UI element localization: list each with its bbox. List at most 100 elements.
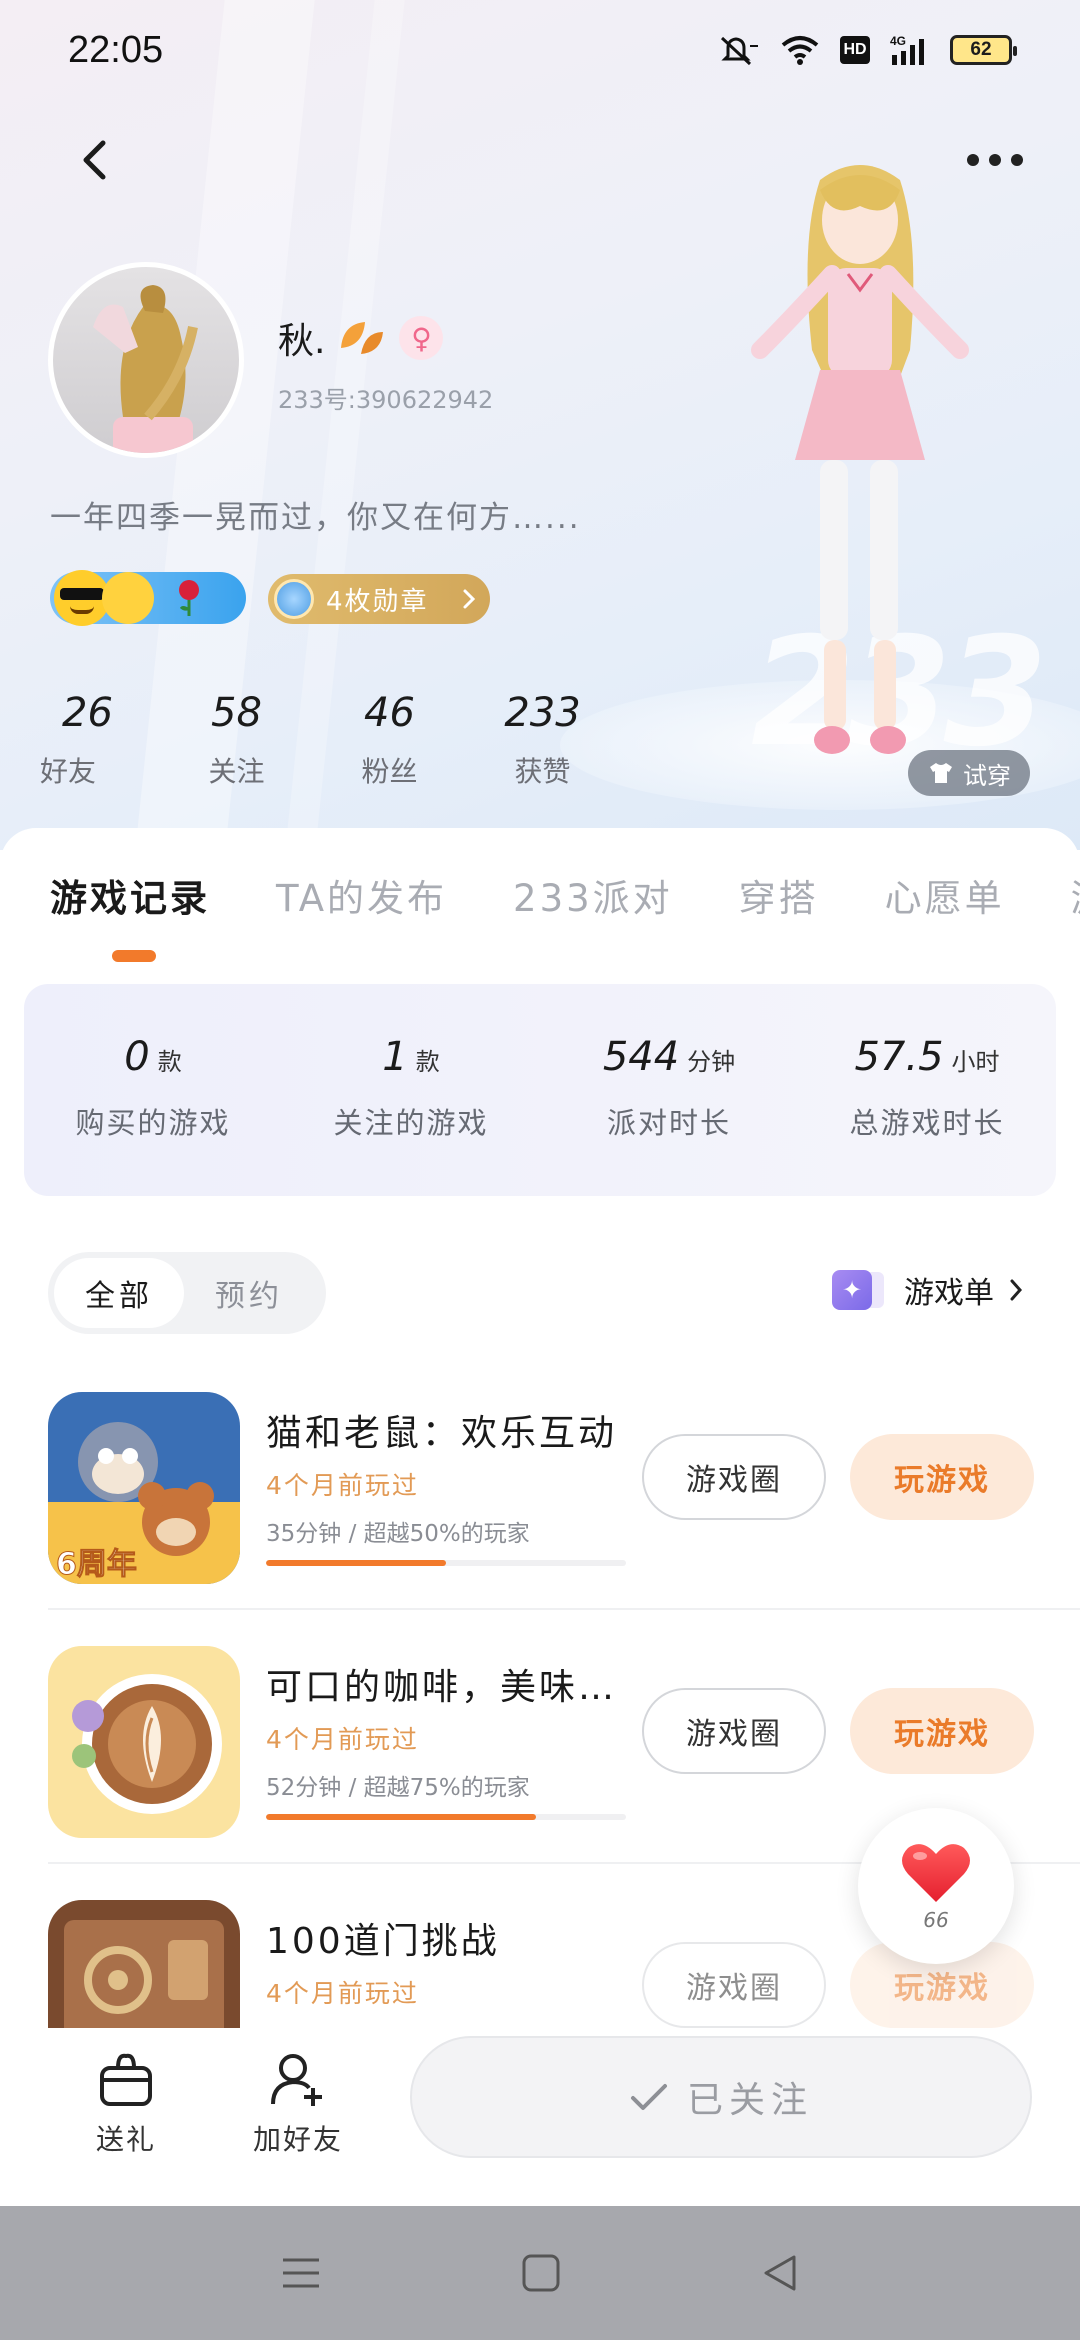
playtime-progress [266,1560,626,1566]
stat-following[interactable]: 58 关注 [160,690,313,790]
game-circle-button[interactable]: 游戏圈 [642,1688,826,1774]
playtime-progress-fill [266,1814,536,1820]
status-bar: 22:05 HD 4G 62 [0,0,1080,100]
rose-icon [179,580,199,616]
avatar[interactable] [48,262,244,458]
play-game-button[interactable]: 玩游戏 [850,1688,1034,1774]
battery-icon: 62 [950,35,1017,65]
gender-female-icon: ♀ [399,316,444,360]
like-count: 66 [923,1908,949,1932]
summary-party-time[interactable]: 544 分钟 派对时长 [540,984,798,1196]
game-icon-tom-jerry[interactable]: 6周年 [48,1392,240,1584]
game-last-played: 4个月前玩过 [266,1725,419,1754]
filter-all[interactable]: 全部 [54,1258,184,1328]
summary-purchased[interactable]: 0款 购买的游戏 [24,984,282,1196]
game-last-played: 4个月前玩过 [266,1471,419,1500]
tab-game-records[interactable]: 游戏记录 [50,868,210,922]
user-bio: 一年四季一晃而过，你又在何方…... [50,500,581,536]
game-icon-100-doors[interactable] [48,1900,240,2028]
medals-button[interactable]: 4枚勋章 [268,574,490,624]
tab-wishlist[interactable]: 心愿单 [885,868,1005,922]
summary-total-time[interactable]: 57.5 小时 总游戏时长 [798,984,1056,1196]
hd-icon: HD [840,36,870,64]
game-row[interactable]: 6周年 猫和老鼠：欢乐互动 4个月前玩过 35分钟 / 超越50%的玩家 游戏圈… [48,1364,1080,1618]
gift-icon [100,2053,152,2106]
game-list-link[interactable]: ✦ 游戏单 [832,1268,1024,1312]
mute-icon [720,36,758,66]
status-time: 22:05 [68,28,164,71]
send-gift-button[interactable]: 送礼 [66,2050,186,2158]
try-on-button[interactable]: 试穿 [908,750,1030,796]
avatar-character[interactable] [720,150,1000,770]
summary-unit: 款 [157,1048,182,1076]
game-circle-button[interactable]: 游戏圈 [642,1434,826,1520]
summary-value: 57.5 [854,1034,944,1080]
checkmark-icon [630,2084,667,2110]
back-icon[interactable] [760,2253,800,2293]
content-panel: 游戏记录 TA的发布 233派对 穿搭 心愿单 游 0款 购买的游戏 1款 关注… [0,828,1080,2208]
add-friend-button[interactable]: 加好友 [238,2050,358,2158]
medal-count: 4枚勋章 [326,586,429,617]
tab-outfits[interactable]: 穿搭 [739,868,819,922]
stat-likes[interactable]: 233 获赞 [466,690,619,790]
home-icon[interactable] [521,2253,561,2293]
stat-value: 46 [364,690,415,736]
more-dot [1011,154,1023,166]
stat-friends[interactable]: 26 好友 [40,690,160,790]
profile-stats: 26 好友 58 关注 46 粉丝 233 获赞 [40,690,619,790]
playtime-progress-fill [266,1560,446,1566]
play-game-button[interactable]: 玩游戏 [850,1434,1034,1520]
tab-posts[interactable]: TA的发布 [276,868,447,922]
followed-label: 已关注 [686,2080,813,2121]
summary-label: 派对时长 [606,1106,731,1140]
star-eyes-emoji-icon [102,572,154,624]
add-user-icon [271,2054,322,2106]
try-on-label: 试穿 [963,761,1011,790]
summary-unit: 分钟 [687,1048,736,1076]
summary-value: 1 [382,1034,408,1080]
stat-value: 58 [211,690,262,736]
stat-value: 26 [62,690,113,736]
followed-button[interactable]: 已关注 [410,2036,1032,2158]
stat-label: 好友 [40,755,97,788]
active-tab-indicator [112,950,156,962]
playtime-progress [266,1814,626,1820]
profile-header: 233 22:05 HD 4G 62 [0,0,1080,850]
game-circle-button[interactable]: 游戏圈 [642,1942,826,2028]
stat-label: 获赞 [514,755,571,788]
leaf-icon [341,322,384,354]
tab-233-party[interactable]: 233派对 [513,868,673,922]
username: 秋. [278,321,326,362]
summary-label: 购买的游戏 [75,1106,231,1140]
summary-value: 544 [602,1034,680,1080]
user-id[interactable]: 233号:390622942 [278,380,493,415]
avatar-portrait [93,285,198,453]
summary-label: 总游戏时长 [849,1106,1005,1140]
game-icon-coffee[interactable] [48,1646,240,1838]
game-title[interactable]: 猫和老鼠：欢乐互动 [266,1404,617,1456]
row-divider [48,1608,1080,1610]
menu-icon[interactable] [280,2254,322,2292]
game-title[interactable]: 可口的咖啡，美味… [266,1658,617,1710]
back-arrow-icon[interactable] [70,135,120,185]
system-nav-bar [0,2206,1080,2340]
summary-value: 0 [124,1034,150,1080]
game-playtime: 52分钟 / 超越75%的玩家 [266,1775,530,1801]
wifi-icon [781,36,819,65]
tab-more[interactable]: 游 [1071,868,1080,922]
stat-fans[interactable]: 46 粉丝 [313,690,466,790]
medal-icon [274,579,314,619]
sparkle-icon: ✦ [832,1270,872,1310]
chevron-right-icon [463,589,476,609]
stat-label: 关注 [208,755,265,788]
like-button[interactable]: 66 [858,1808,1014,1964]
filter-reserved[interactable]: 预约 [184,1258,314,1328]
status-icons: HD 4G 62 [716,33,1017,67]
game-title[interactable]: 100道门挑战 [266,1912,500,1964]
emoji-badges[interactable] [50,570,246,626]
summary-followed[interactable]: 1款 关注的游戏 [282,984,540,1196]
svg-text:4G: 4G [890,34,906,48]
chevron-right-icon [1010,1279,1023,1301]
heart-icon [902,1844,970,1902]
gift-label: 送礼 [95,2123,156,2156]
